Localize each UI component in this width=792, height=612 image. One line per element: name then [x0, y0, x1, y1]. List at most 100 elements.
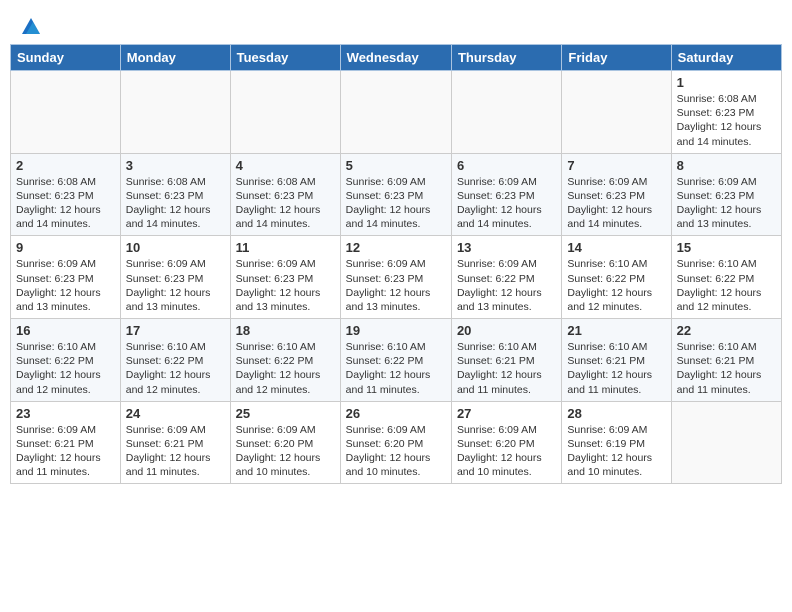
day-number: 8: [677, 158, 776, 173]
calendar-cell: 25Sunrise: 6:09 AM Sunset: 6:20 PM Dayli…: [230, 401, 340, 484]
day-number: 15: [677, 240, 776, 255]
page: SundayMondayTuesdayWednesdayThursdayFrid…: [0, 0, 792, 494]
calendar-cell: [120, 71, 230, 154]
day-info: Sunrise: 6:09 AM Sunset: 6:23 PM Dayligh…: [346, 257, 446, 314]
calendar-cell: [340, 71, 451, 154]
day-number: 1: [677, 75, 776, 90]
day-number: 26: [346, 406, 446, 421]
calendar-cell: 23 Sunrise: 6:09 AM Sunset: 6:21 PM Dayli…: [11, 401, 121, 484]
day-number: 10: [126, 240, 225, 255]
day-number: 20: [457, 323, 556, 338]
calendar-cell: 15 Sunrise: 6:10 AM Sunset: 6:22 PM Dayli…: [671, 236, 781, 319]
calendar-cell: 11Sunrise: 6:09 AM Sunset: 6:23 PM Dayli…: [230, 236, 340, 319]
calendar-wrapper: SundayMondayTuesdayWednesdayThursdayFrid…: [0, 44, 792, 494]
calendar-cell: 8 Sunrise: 6:09 AM Sunset: 6:23 PM Daylig…: [671, 153, 781, 236]
day-number: 13: [457, 240, 556, 255]
day-number: 7: [567, 158, 665, 173]
calendar-cell: 10 Sunrise: 6:09 AM Sunset: 6:23 PM Dayli…: [120, 236, 230, 319]
calendar-cell: 5 Sunrise: 6:09 AM Sunset: 6:23 PM Daylig…: [340, 153, 451, 236]
day-number: 6: [457, 158, 556, 173]
weekday-header: Tuesday: [230, 45, 340, 71]
calendar-week-row: 23 Sunrise: 6:09 AM Sunset: 6:21 PM Dayli…: [11, 401, 782, 484]
calendar-cell: 19 Sunrise: 6:10 AM Sunset: 6:22 PM Dayli…: [340, 319, 451, 402]
calendar-header-row: SundayMondayTuesdayWednesdayThursdayFrid…: [11, 45, 782, 71]
day-number: 2: [16, 158, 115, 173]
day-number: 4: [236, 158, 335, 173]
day-number: 24: [126, 406, 225, 421]
day-info: Sunrise: 6:09 AM Sunset: 6:23 PM Dayligh…: [126, 257, 225, 314]
day-number: 3: [126, 158, 225, 173]
calendar-cell: 9 Sunrise: 6:09 AM Sunset: 6:23 PM Daylig…: [11, 236, 121, 319]
weekday-header: Wednesday: [340, 45, 451, 71]
day-info: Sunrise: 6:10 AM Sunset: 6:21 PM Dayligh…: [677, 340, 776, 397]
day-info: Sunrise: 6:09 AM Sunset: 6:23 PM Dayligh…: [16, 257, 115, 314]
calendar-cell: 24 Sunrise: 6:09 AM Sunset: 6:21 PM Dayli…: [120, 401, 230, 484]
calendar-cell: 16 Sunrise: 6:10 AM Sunset: 6:22 PM Dayli…: [11, 319, 121, 402]
day-info: Sunrise: 6:10 AM Sunset: 6:22 PM Dayligh…: [677, 257, 776, 314]
calendar-cell: [11, 71, 121, 154]
calendar-cell: 6 Sunrise: 6:09 AM Sunset: 6:23 PM Daylig…: [451, 153, 561, 236]
logo: [20, 18, 40, 36]
calendar-cell: 17Sunrise: 6:10 AM Sunset: 6:22 PM Dayli…: [120, 319, 230, 402]
day-info: Sunrise: 6:10 AM Sunset: 6:21 PM Dayligh…: [457, 340, 556, 397]
day-info: Sunrise: 6:08 AM Sunset: 6:23 PM Dayligh…: [677, 92, 776, 149]
day-number: 12: [346, 240, 446, 255]
day-info: Sunrise: 6:09 AM Sunset: 6:20 PM Dayligh…: [457, 423, 556, 480]
calendar-cell: 26Sunrise: 6:09 AM Sunset: 6:20 PM Dayli…: [340, 401, 451, 484]
calendar-cell: [671, 401, 781, 484]
calendar-cell: 2 Sunrise: 6:08 AM Sunset: 6:23 PM Daylig…: [11, 153, 121, 236]
day-number: 27: [457, 406, 556, 421]
day-info: Sunrise: 6:09 AM Sunset: 6:21 PM Dayligh…: [126, 423, 225, 480]
calendar-cell: 22Sunrise: 6:10 AM Sunset: 6:21 PM Dayli…: [671, 319, 781, 402]
day-number: 16: [16, 323, 115, 338]
calendar-week-row: 9 Sunrise: 6:09 AM Sunset: 6:23 PM Daylig…: [11, 236, 782, 319]
calendar-cell: 14 Sunrise: 6:10 AM Sunset: 6:22 PM Dayli…: [562, 236, 671, 319]
day-info: Sunrise: 6:08 AM Sunset: 6:23 PM Dayligh…: [16, 175, 115, 232]
calendar-cell: 4 Sunrise: 6:08 AM Sunset: 6:23 PM Daylig…: [230, 153, 340, 236]
calendar-week-row: 16 Sunrise: 6:10 AM Sunset: 6:22 PM Dayli…: [11, 319, 782, 402]
day-info: Sunrise: 6:09 AM Sunset: 6:23 PM Dayligh…: [677, 175, 776, 232]
calendar-cell: 28Sunrise: 6:09 AM Sunset: 6:19 PM Dayli…: [562, 401, 671, 484]
weekday-header: Thursday: [451, 45, 561, 71]
calendar-cell: 7 Sunrise: 6:09 AM Sunset: 6:23 PM Daylig…: [562, 153, 671, 236]
calendar-cell: 12 Sunrise: 6:09 AM Sunset: 6:23 PM Dayli…: [340, 236, 451, 319]
calendar-cell: 18 Sunrise: 6:10 AM Sunset: 6:22 PM Dayli…: [230, 319, 340, 402]
weekday-header: Sunday: [11, 45, 121, 71]
day-number: 28: [567, 406, 665, 421]
day-number: 11: [236, 240, 335, 255]
calendar-cell: 1 Sunrise: 6:08 AM Sunset: 6:23 PM Daylig…: [671, 71, 781, 154]
day-info: Sunrise: 6:08 AM Sunset: 6:23 PM Dayligh…: [126, 175, 225, 232]
day-number: 19: [346, 323, 446, 338]
day-info: Sunrise: 6:08 AM Sunset: 6:23 PM Dayligh…: [236, 175, 335, 232]
day-number: 9: [16, 240, 115, 255]
day-info: Sunrise: 6:09 AM Sunset: 6:21 PM Dayligh…: [16, 423, 115, 480]
day-info: Sunrise: 6:10 AM Sunset: 6:22 PM Dayligh…: [567, 257, 665, 314]
calendar-cell: [230, 71, 340, 154]
day-number: 18: [236, 323, 335, 338]
day-number: 5: [346, 158, 446, 173]
calendar-cell: 3 Sunrise: 6:08 AM Sunset: 6:23 PM Daylig…: [120, 153, 230, 236]
day-info: Sunrise: 6:09 AM Sunset: 6:23 PM Dayligh…: [346, 175, 446, 232]
day-info: Sunrise: 6:09 AM Sunset: 6:23 PM Dayligh…: [567, 175, 665, 232]
day-info: Sunrise: 6:09 AM Sunset: 6:20 PM Dayligh…: [236, 423, 335, 480]
day-info: Sunrise: 6:10 AM Sunset: 6:22 PM Dayligh…: [126, 340, 225, 397]
calendar-table: SundayMondayTuesdayWednesdayThursdayFrid…: [10, 44, 782, 484]
day-info: Sunrise: 6:09 AM Sunset: 6:22 PM Dayligh…: [457, 257, 556, 314]
day-number: 23: [16, 406, 115, 421]
day-number: 21: [567, 323, 665, 338]
calendar-week-row: 2 Sunrise: 6:08 AM Sunset: 6:23 PM Daylig…: [11, 153, 782, 236]
day-info: Sunrise: 6:10 AM Sunset: 6:22 PM Dayligh…: [236, 340, 335, 397]
header: [0, 0, 792, 44]
day-number: 14: [567, 240, 665, 255]
calendar-cell: 20 Sunrise: 6:10 AM Sunset: 6:21 PM Dayli…: [451, 319, 561, 402]
calendar-cell: 27 Sunrise: 6:09 AM Sunset: 6:20 PM Dayli…: [451, 401, 561, 484]
calendar-cell: [451, 71, 561, 154]
day-info: Sunrise: 6:10 AM Sunset: 6:22 PM Dayligh…: [346, 340, 446, 397]
logo-icon: [22, 18, 40, 34]
calendar-cell: 13 Sunrise: 6:09 AM Sunset: 6:22 PM Dayli…: [451, 236, 561, 319]
day-info: Sunrise: 6:10 AM Sunset: 6:22 PM Dayligh…: [16, 340, 115, 397]
weekday-header: Monday: [120, 45, 230, 71]
day-info: Sunrise: 6:10 AM Sunset: 6:21 PM Dayligh…: [567, 340, 665, 397]
day-info: Sunrise: 6:09 AM Sunset: 6:23 PM Dayligh…: [457, 175, 556, 232]
weekday-header: Friday: [562, 45, 671, 71]
